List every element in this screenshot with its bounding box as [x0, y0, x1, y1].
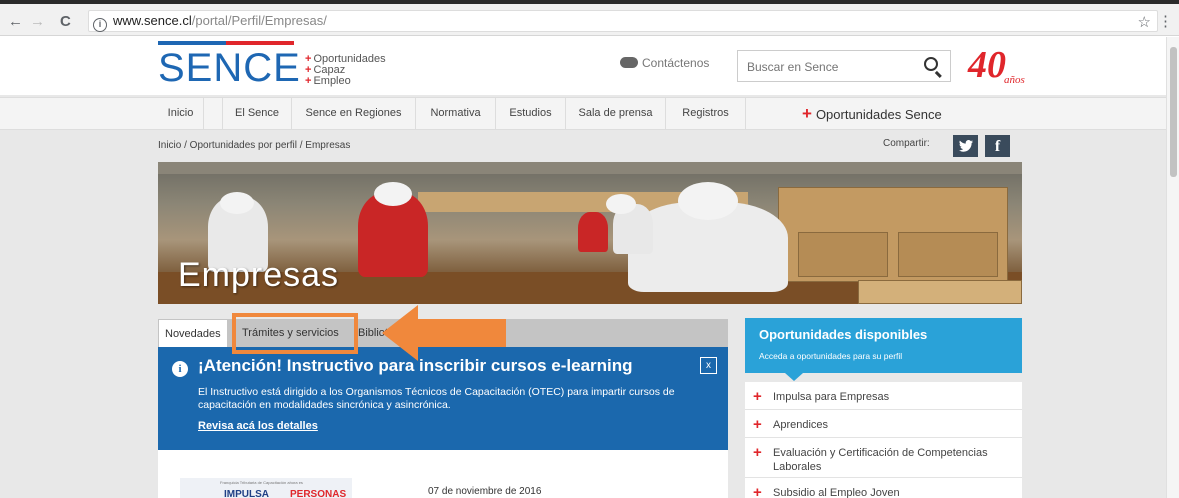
tab-novedades[interactable]: Novedades — [158, 319, 228, 347]
share-label: Compartir: — [883, 138, 930, 149]
panel-title: Oportunidades disponibles — [759, 327, 928, 342]
list-item-label: Evaluación y Certificación de Competenci… — [773, 447, 988, 473]
breadcrumb[interactable]: Inicio / Oportunidades por perfil / Empr… — [158, 140, 350, 151]
thumbnail-caption: Franquicia Tributaria de Capacitación ah… — [220, 480, 303, 485]
plus-icon: + — [753, 416, 762, 433]
opportunities-list: + Impulsa para Empresas + Aprendices + E… — [745, 382, 1022, 498]
list-item-label: Subsidio al Empleo Joven — [773, 487, 900, 498]
plus-icon: + — [753, 444, 762, 461]
menu-item-registros[interactable]: Registros — [666, 98, 746, 129]
menu-item-normativa[interactable]: Normativa — [416, 98, 496, 129]
oportunidades-label: Oportunidades Sence — [815, 107, 942, 122]
menu-item-sala-prensa[interactable]: Sala de prensa — [566, 98, 666, 129]
plus-icon: + — [753, 484, 762, 498]
panel-subtitle: Acceda a oportunidades para su perfil — [759, 351, 903, 361]
logo-tagline: + Oportunidades + Capaz + Empleo — [305, 53, 386, 87]
list-item-label: Impulsa para Empresas — [773, 391, 890, 403]
page-scrollbar[interactable] — [1166, 37, 1179, 498]
reload-icon[interactable]: C — [60, 14, 71, 29]
tagline-line: Empleo — [313, 75, 351, 87]
menu-item-inicio[interactable]: Inicio — [158, 98, 204, 129]
address-bar[interactable]: i www.sence.cl/portal/Perfil/Empresas/ — [88, 10, 1158, 32]
scrollbar-thumb[interactable] — [1170, 47, 1177, 177]
anniversary-label: años — [1004, 74, 1025, 86]
news-date: 07 de noviembre de 2016 — [428, 486, 542, 497]
facebook-icon[interactable]: f — [985, 135, 1010, 157]
menu-item-oportunidades[interactable]: + Oportunidades Sence — [802, 98, 942, 129]
logo-accent-blue — [158, 41, 226, 45]
browser-menu-icon[interactable]: ⋮ — [1158, 12, 1173, 30]
highlight-arrow-icon — [382, 305, 506, 361]
anniversary-logo: 40 años — [968, 44, 1032, 87]
notice-link[interactable]: Revisa acá los detalles — [198, 420, 318, 432]
site-header: SENCE + Oportunidades + Capaz + Empleo Cont… — [0, 37, 1166, 95]
menu-item-el-sence[interactable]: El Sence — [222, 98, 292, 129]
opportunities-panel-header: Oportunidades disponibles Acceda a oport… — [745, 318, 1022, 381]
back-icon[interactable]: ← — [8, 14, 23, 29]
notice-banner: i ¡Atención! Instructivo para inscribir … — [158, 347, 728, 450]
list-item-label: Aprendices — [773, 419, 829, 431]
plus-icon: + — [753, 388, 762, 405]
chat-bubble-icon — [620, 57, 638, 68]
list-item[interactable]: + Subsidio al Empleo Joven — [745, 478, 1022, 498]
search-icon[interactable] — [924, 57, 938, 71]
panel-pointer — [785, 373, 803, 381]
twitter-icon[interactable] — [953, 135, 978, 157]
news-list: Franquicia Tributaria de Capacitación ah… — [158, 450, 728, 498]
close-icon[interactable]: x — [700, 357, 717, 374]
highlight-box — [232, 313, 358, 354]
browser-toolbar: ← → C i www.sence.cl/portal/Perfil/Empres… — [0, 0, 1179, 36]
forward-icon[interactable]: → — [30, 14, 45, 29]
window-frame — [0, 0, 1179, 4]
main-menu: Inicio El Sence Sence en Regiones Normat… — [0, 97, 1166, 130]
sence-logo[interactable]: SENCE — [158, 47, 301, 89]
thumbnail-word: IMPULSA — [224, 489, 269, 498]
contact-label: Contáctenos — [642, 56, 710, 70]
menu-item-estudios[interactable]: Estudios — [496, 98, 566, 129]
url-host: www.sence.cl — [113, 13, 192, 28]
thumbnail-word: PERSONAS — [290, 489, 347, 498]
hero-title: Empresas — [178, 256, 340, 294]
search-input[interactable] — [747, 60, 907, 74]
list-item[interactable]: + Aprendices — [745, 410, 1022, 438]
list-item[interactable]: + Evaluación y Certificación de Competen… — [745, 438, 1022, 478]
info-icon[interactable]: i — [93, 18, 107, 32]
page-body: SENCE + Oportunidades + Capaz + Empleo Cont… — [0, 37, 1166, 498]
info-icon: i — [172, 361, 188, 377]
search-box[interactable] — [737, 50, 951, 82]
news-thumbnail[interactable]: Franquicia Tributaria de Capacitación ah… — [180, 478, 352, 498]
list-item[interactable]: + Impulsa para Empresas — [745, 382, 1022, 410]
anniversary-number: 40 — [968, 44, 1006, 86]
bookmark-star-icon[interactable]: ☆ — [1138, 13, 1151, 31]
menu-item-regiones[interactable]: Sence en Regiones — [292, 98, 416, 129]
contact-link[interactable]: Contáctenos — [620, 56, 709, 70]
notice-body: El Instructivo está dirigido a los Organ… — [198, 386, 675, 411]
plus-icon: + — [802, 104, 812, 123]
url-path: /portal/Perfil/Empresas/ — [191, 13, 327, 28]
